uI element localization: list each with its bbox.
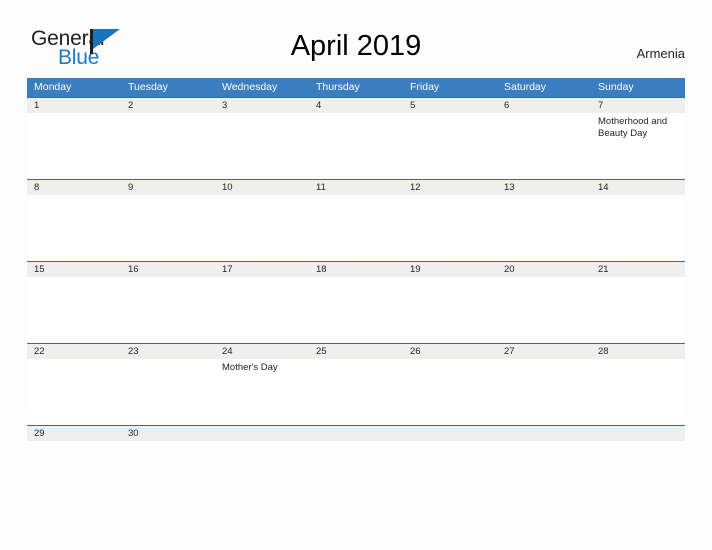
calendar-week-row: 22 23 24 25 26 27 28 Mother's Day: [27, 343, 685, 425]
date-number[interactable]: 15: [27, 262, 121, 277]
date-number[interactable]: 10: [215, 180, 309, 195]
week-date-band: 15 16 17 18 19 20 21: [27, 262, 685, 277]
date-number[interactable]: 16: [121, 262, 215, 277]
date-number[interactable]: 21: [591, 262, 685, 277]
date-number[interactable]: 20: [497, 262, 591, 277]
page-header: General Blue April 2019 Armenia: [0, 0, 712, 76]
weekday-header-saturday: Saturday: [504, 81, 547, 93]
date-number[interactable]: 28: [591, 344, 685, 359]
day-event-text: [591, 441, 685, 455]
day-event-text[interactable]: [215, 113, 309, 179]
calendar-week-row: 8 9 10 11 12 13 14: [27, 179, 685, 261]
day-event-text: [121, 441, 215, 455]
day-event-text[interactable]: Mother's Day: [215, 359, 309, 425]
week-date-band: 29 30: [27, 426, 685, 441]
day-event-text[interactable]: [591, 195, 685, 261]
day-event-text[interactable]: [309, 195, 403, 261]
day-event-text[interactable]: [309, 113, 403, 179]
calendar-week-row: 15 16 17 18 19 20 21: [27, 261, 685, 343]
day-event-text[interactable]: [591, 359, 685, 425]
date-number[interactable]: 24: [215, 344, 309, 359]
date-number[interactable]: 7: [591, 98, 685, 113]
week-date-band: 22 23 24 25 26 27 28: [27, 344, 685, 359]
date-number[interactable]: 5: [403, 98, 497, 113]
day-event-text[interactable]: [215, 195, 309, 261]
date-number[interactable]: 29: [27, 426, 121, 441]
calendar-week-row: 1 2 3 4 5 6 7 Motherhood and Beauty Day: [27, 97, 685, 179]
date-number[interactable]: 22: [27, 344, 121, 359]
date-number[interactable]: 26: [403, 344, 497, 359]
date-number[interactable]: 12: [403, 180, 497, 195]
date-number[interactable]: 13: [497, 180, 591, 195]
day-event-text[interactable]: Motherhood and Beauty Day: [591, 113, 685, 179]
date-number[interactable]: 4: [309, 98, 403, 113]
date-number[interactable]: 30: [121, 426, 215, 441]
date-number[interactable]: 1: [27, 98, 121, 113]
weekday-header-friday: Friday: [410, 81, 440, 93]
weekday-header-row: Monday Tuesday Wednesday Thursday Friday…: [27, 78, 685, 97]
week-event-band: [27, 277, 685, 343]
weekday-header-sunday: Sunday: [598, 81, 634, 93]
week-date-band: 8 9 10 11 12 13 14: [27, 180, 685, 195]
date-number[interactable]: 27: [497, 344, 591, 359]
day-event-text: [309, 441, 403, 455]
date-number: [309, 426, 403, 441]
day-event-text: [215, 441, 309, 455]
day-event-text: [27, 441, 121, 455]
week-event-band: Mother's Day: [27, 359, 685, 425]
day-event-text[interactable]: [121, 359, 215, 425]
day-event-text: [497, 441, 591, 455]
date-number: [215, 426, 309, 441]
day-event-text[interactable]: [497, 113, 591, 179]
day-event-text[interactable]: [121, 113, 215, 179]
calendar-week-row: 29 30: [27, 425, 685, 455]
week-event-band: [27, 195, 685, 261]
weekday-header-monday: Monday: [34, 81, 72, 93]
week-event-band: [27, 441, 685, 455]
day-event-text[interactable]: [403, 195, 497, 261]
calendar-grid: Monday Tuesday Wednesday Thursday Friday…: [27, 78, 685, 455]
day-event-text[interactable]: [403, 113, 497, 179]
day-event-text: [403, 441, 497, 455]
day-event-text[interactable]: [27, 195, 121, 261]
weekday-header-tuesday: Tuesday: [128, 81, 168, 93]
weekday-header-wednesday: Wednesday: [222, 81, 278, 93]
day-event-text[interactable]: [497, 195, 591, 261]
date-number[interactable]: 25: [309, 344, 403, 359]
day-event-text[interactable]: [27, 277, 121, 343]
date-number[interactable]: 11: [309, 180, 403, 195]
date-number[interactable]: 8: [27, 180, 121, 195]
day-event-text[interactable]: [403, 359, 497, 425]
date-number[interactable]: 23: [121, 344, 215, 359]
day-event-text[interactable]: [309, 359, 403, 425]
date-number[interactable]: 14: [591, 180, 685, 195]
date-number: [403, 426, 497, 441]
locale-label: Armenia: [636, 46, 685, 61]
day-event-text[interactable]: [497, 359, 591, 425]
date-number[interactable]: 9: [121, 180, 215, 195]
day-event-text[interactable]: [121, 277, 215, 343]
date-number: [497, 426, 591, 441]
day-event-text[interactable]: [403, 277, 497, 343]
date-number[interactable]: 2: [121, 98, 215, 113]
date-number[interactable]: 17: [215, 262, 309, 277]
week-event-band: Motherhood and Beauty Day: [27, 113, 685, 179]
date-number[interactable]: 18: [309, 262, 403, 277]
day-event-text[interactable]: [591, 277, 685, 343]
week-date-band: 1 2 3 4 5 6 7: [27, 98, 685, 113]
day-event-text[interactable]: [27, 113, 121, 179]
page-title: April 2019: [290, 30, 422, 62]
day-event-text[interactable]: [121, 195, 215, 261]
day-event-text[interactable]: [27, 359, 121, 425]
day-event-text[interactable]: [215, 277, 309, 343]
date-number[interactable]: 6: [497, 98, 591, 113]
date-number[interactable]: 3: [215, 98, 309, 113]
date-number[interactable]: 19: [403, 262, 497, 277]
day-event-text[interactable]: [309, 277, 403, 343]
date-number: [591, 426, 685, 441]
day-event-text[interactable]: [497, 277, 591, 343]
weekday-header-thursday: Thursday: [316, 81, 360, 93]
